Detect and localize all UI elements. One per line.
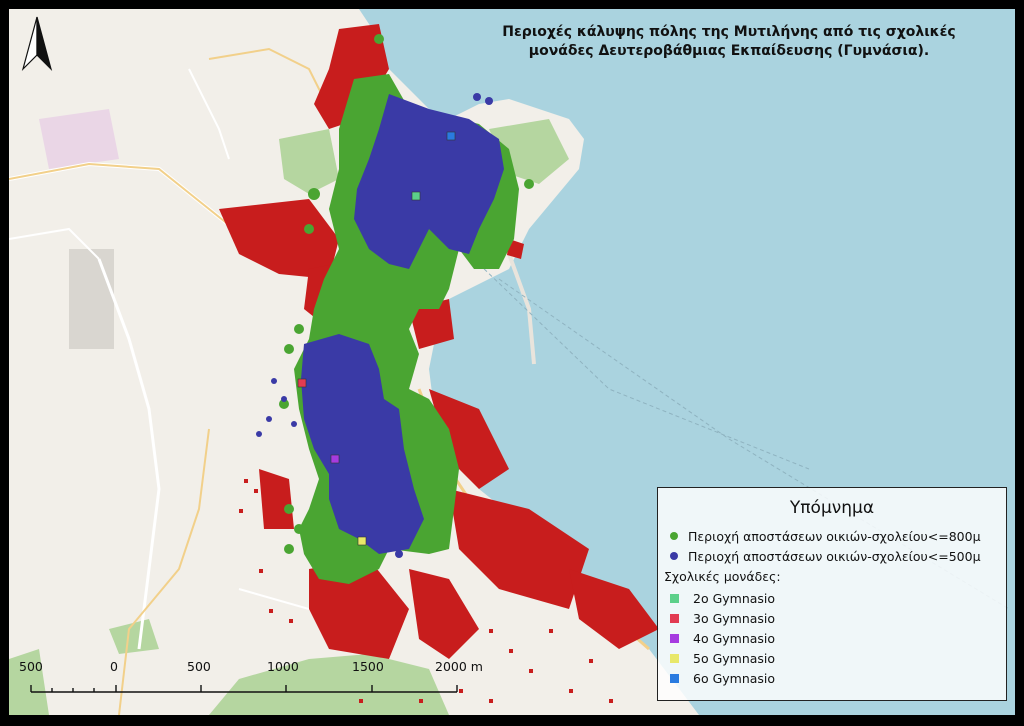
school-4o-gymnasio[interactable] bbox=[330, 454, 340, 464]
scale-label-4: 1500 bbox=[352, 659, 384, 674]
school-3o-gymnasio[interactable] bbox=[297, 378, 307, 388]
landuse-area bbox=[39, 109, 119, 169]
red-square-icon bbox=[670, 613, 679, 623]
legend-label-school-3: 3o Gymnasio bbox=[693, 610, 776, 626]
legend-item-school-4[interactable]: 4o Gymnasio bbox=[658, 628, 1006, 648]
school-5o-gymnasio[interactable] bbox=[357, 536, 367, 546]
legend-item-school-6[interactable]: 6o Gymnasio bbox=[658, 668, 1006, 688]
legend-item-school-2[interactable]: 2o Gymnasio bbox=[658, 588, 1006, 608]
legend-label-school-5: 5o Gymnasio bbox=[693, 650, 776, 666]
legend-item-500m[interactable]: Περιοχή αποστάσεων οικιών-σχολείου<=500μ bbox=[658, 546, 1006, 566]
legend-title: Υπόμνημα bbox=[789, 498, 875, 518]
scale-label-5: 2000 m bbox=[435, 659, 483, 674]
scale-label-2: 500 bbox=[187, 659, 211, 674]
map-frame: Περιοχές κάλυψης πόλης της Μυτιλήνης από… bbox=[9, 9, 1015, 715]
legend-label-500m: Περιοχή αποστάσεων οικιών-σχολείου<=500μ bbox=[688, 548, 981, 564]
legend-label-school-2: 2o Gymnasio bbox=[693, 590, 776, 606]
map-title: Περιοχές κάλυψης πόλης της Μυτιλήνης από… bbox=[479, 23, 979, 61]
green-square-icon bbox=[670, 593, 679, 603]
north-arrow-icon bbox=[21, 16, 53, 71]
map-title-line2: μονάδες Δευτεροβάθμιας Εκπαίδευσης (Γυμν… bbox=[528, 43, 930, 59]
legend-schools-title: Σχολικές μονάδες: bbox=[664, 569, 781, 584]
purple-square-icon bbox=[670, 633, 679, 643]
map-title-line1: Περιοχές κάλυψης πόλης της Μυτιλήνης από… bbox=[502, 24, 956, 40]
scale-label-3: 1000 bbox=[267, 659, 299, 674]
legend-item-school-3[interactable]: 3o Gymnasio bbox=[658, 608, 1006, 628]
school-6o-gymnasio[interactable] bbox=[446, 131, 456, 141]
scale-label-0: 500 bbox=[19, 659, 43, 674]
map-legend: Υπόμνημα Περιοχή αποστάσεων οικιών-σχολε… bbox=[657, 487, 1007, 701]
yellow-square-icon bbox=[670, 653, 679, 663]
grey-area bbox=[69, 249, 114, 349]
blue-dot-icon bbox=[670, 552, 678, 560]
legend-item-800m[interactable]: Περιοχή αποστάσεων οικιών-σχολείου<=800μ bbox=[658, 526, 1006, 546]
green-dot-icon bbox=[670, 532, 678, 540]
legend-label-school-6: 6o Gymnasio bbox=[693, 670, 776, 686]
blue-square-icon bbox=[670, 673, 679, 683]
legend-item-school-5[interactable]: 5o Gymnasio bbox=[658, 648, 1006, 668]
legend-label-800m: Περιοχή αποστάσεων οικιών-σχολείου<=800μ bbox=[688, 528, 981, 544]
scale-label-1: 0 bbox=[110, 659, 118, 674]
school-2o-gymnasio[interactable] bbox=[411, 191, 421, 201]
legend-label-school-4: 4o Gymnasio bbox=[693, 630, 776, 646]
